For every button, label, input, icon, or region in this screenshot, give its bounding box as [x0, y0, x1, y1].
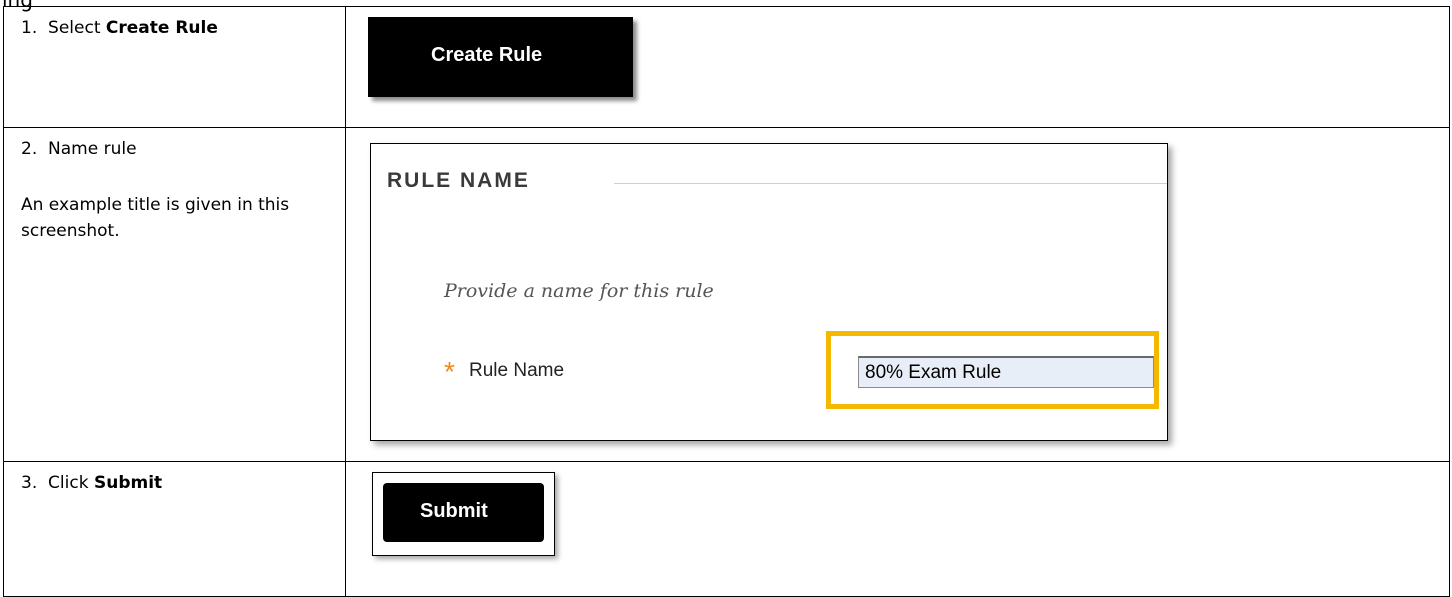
step-note: An example title is given in this screen… — [21, 195, 290, 241]
submit-button[interactable]: Submit — [383, 483, 544, 542]
rule-name-panel: RULE NAME Provide a name for this rule *… — [370, 143, 1168, 441]
rule-name-label: Rule Name — [469, 360, 565, 381]
step-description: 3. Click Submit — [3, 461, 346, 597]
step-description: 2. Name rule An example title is given i… — [3, 127, 346, 462]
step-keyword: Create Rule — [105, 18, 218, 38]
instruction-text: Provide a name for this rule — [444, 280, 714, 302]
create-rule-button[interactable]: Create Rule — [368, 17, 633, 97]
step-screenshot: RULE NAME Provide a name for this rule *… — [345, 127, 1450, 462]
step-keyword: Submit — [93, 473, 163, 493]
step-screenshot: Create Rule — [345, 6, 1450, 128]
instructions-table: 1. Select Create Rule Create Rule 2. Nam… — [3, 6, 1450, 597]
panel-title: RULE NAME — [387, 169, 530, 192]
step-screenshot: Submit — [345, 461, 1450, 597]
required-asterisk-icon: * — [444, 356, 455, 387]
section-divider — [614, 183, 1167, 184]
table-row: 3. Click Submit Submit — [3, 461, 1450, 597]
rule-name-input[interactable] — [858, 356, 1154, 388]
table-row: 2. Name rule An example title is given i… — [3, 127, 1450, 462]
submit-button-frame: Submit — [372, 472, 555, 556]
step-description: 1. Select Create Rule — [3, 6, 346, 128]
table-row: 1. Select Create Rule Create Rule — [3, 6, 1450, 128]
